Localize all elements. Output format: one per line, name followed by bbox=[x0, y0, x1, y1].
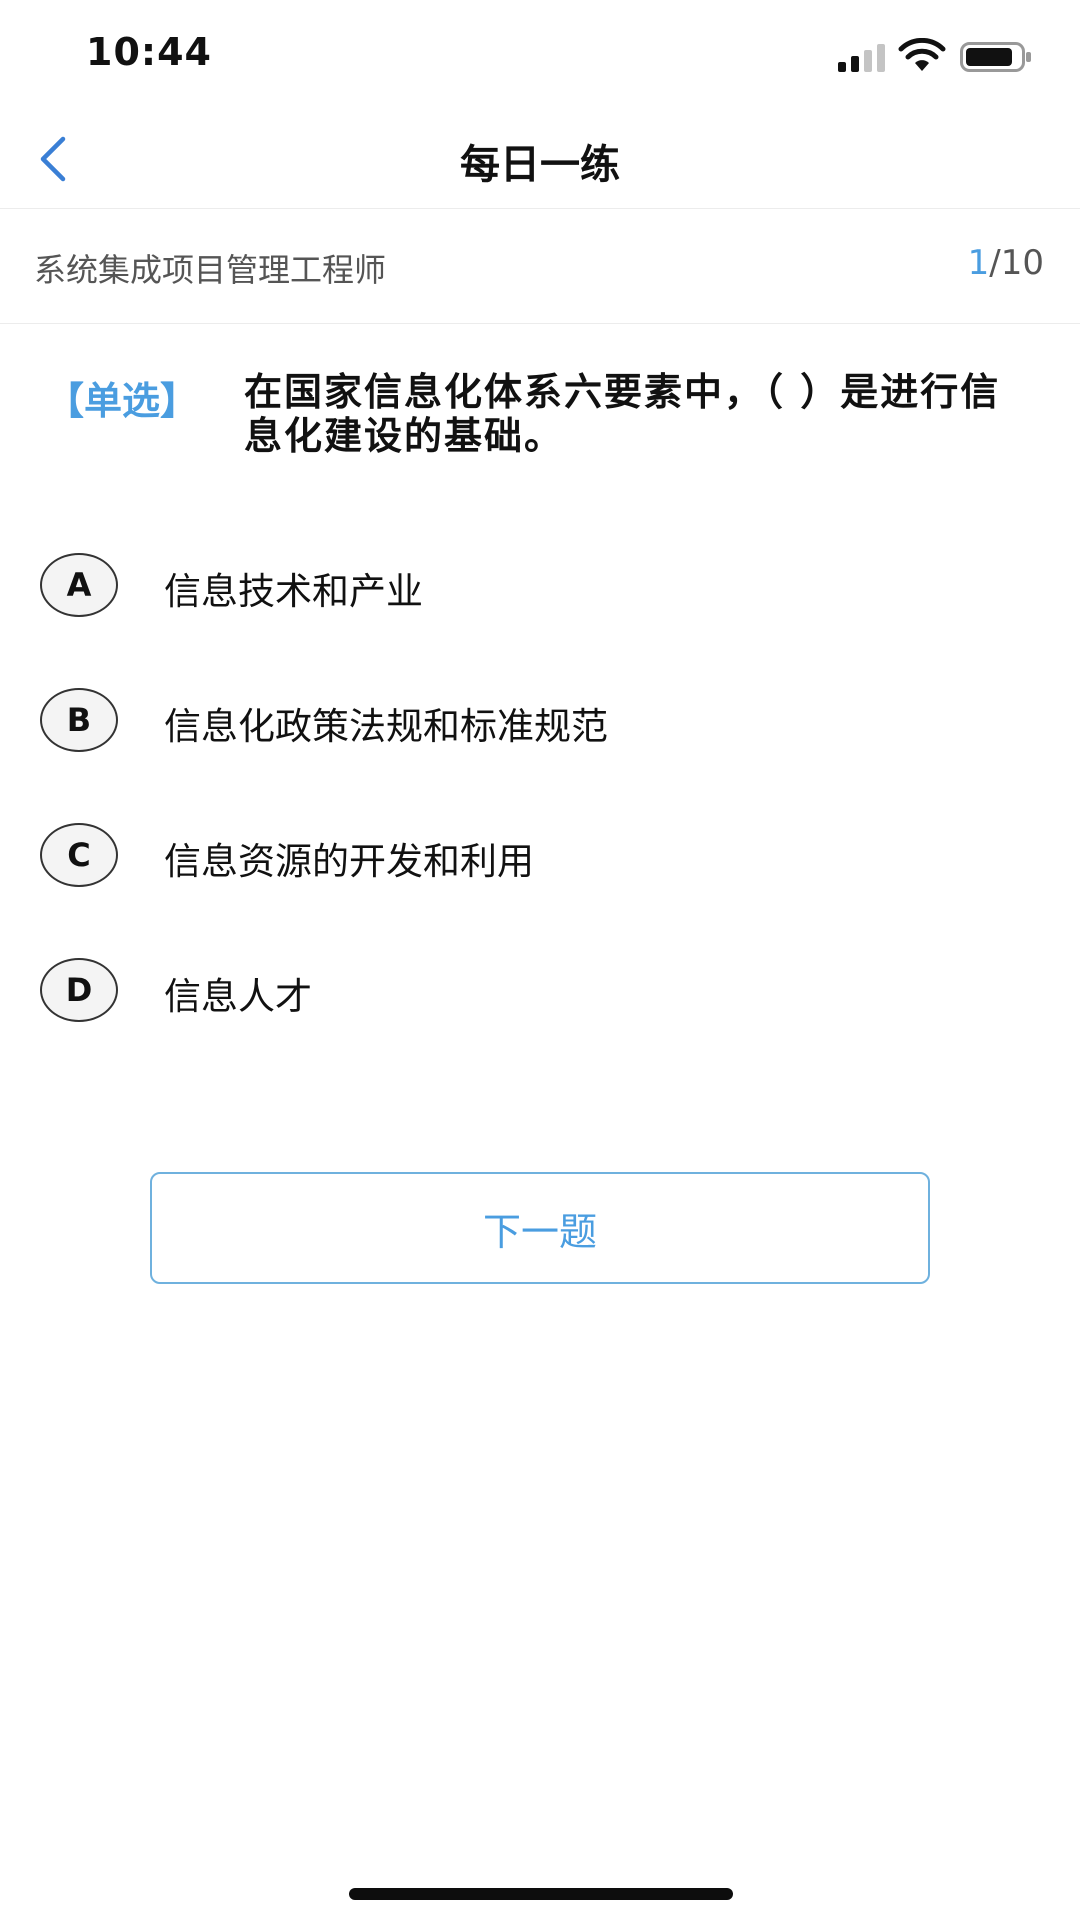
option-text: 信息化政策法规和标准规范 bbox=[164, 705, 608, 748]
cellular-signal-icon bbox=[838, 44, 885, 72]
status-time: 10:44 bbox=[86, 30, 212, 74]
option-a[interactable]: A 信息技术和产业 bbox=[0, 551, 1080, 631]
option-text: 信息资源的开发和利用 bbox=[164, 840, 534, 883]
option-letter: A bbox=[40, 553, 118, 617]
option-text: 信息人才 bbox=[164, 975, 312, 1018]
question-type-label: 【单选】 bbox=[46, 379, 199, 423]
option-letter: C bbox=[40, 823, 118, 887]
home-indicator[interactable] bbox=[349, 1888, 733, 1900]
nav-bar: 每日一练 bbox=[0, 110, 1080, 209]
option-letter: D bbox=[40, 958, 118, 1022]
progress-total: /10 bbox=[989, 243, 1044, 283]
question-progress: 1/10 bbox=[968, 243, 1044, 283]
exam-name: 系统集成项目管理工程师 bbox=[34, 251, 387, 289]
question-text: 在国家信息化体系六要素中，（ ）是进行信息化建设的基础。 bbox=[244, 370, 1001, 458]
page-title: 每日一练 bbox=[460, 142, 620, 188]
status-bar: 10:44 bbox=[0, 0, 1080, 110]
option-c[interactable]: C 信息资源的开发和利用 bbox=[0, 821, 1080, 901]
wifi-icon bbox=[898, 38, 946, 71]
next-question-button[interactable]: 下一题 bbox=[150, 1172, 930, 1284]
option-d[interactable]: D 信息人才 bbox=[0, 956, 1080, 1036]
option-text: 信息技术和产业 bbox=[164, 570, 423, 613]
option-b[interactable]: B 信息化政策法规和标准规范 bbox=[0, 686, 1080, 766]
option-letter: B bbox=[40, 688, 118, 752]
screen: 10:44 每日一练 系统集成项目管理工程师 1/10 【单选】 在国家信息化体… bbox=[0, 0, 1080, 1920]
progress-current: 1 bbox=[967, 243, 990, 283]
exam-header: 系统集成项目管理工程师 1/10 bbox=[0, 209, 1080, 324]
battery-icon bbox=[960, 42, 1031, 72]
